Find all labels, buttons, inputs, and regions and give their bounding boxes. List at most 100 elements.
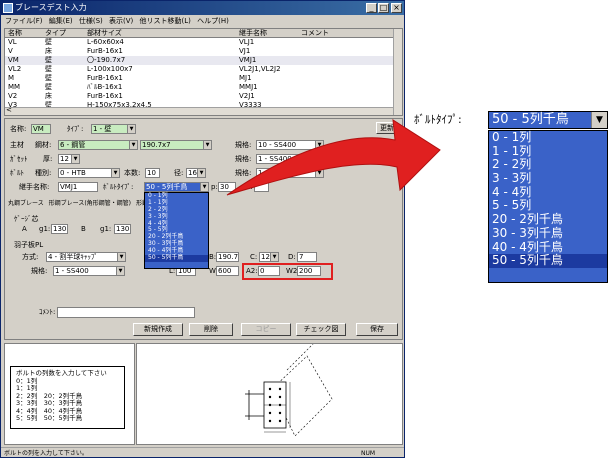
list-item[interactable]: VL2 壁 L-100x100x7 VL2J1,VL2J2	[5, 65, 393, 74]
chevron-down-icon[interactable]: ▼	[117, 253, 125, 261]
minimize-button[interactable]: _	[366, 3, 377, 13]
chevron-down-icon[interactable]: ▼	[200, 183, 208, 191]
maximize-button[interactable]: □	[378, 3, 389, 13]
chevron-down-icon[interactable]: ▼	[127, 125, 135, 133]
bolt-type-dropdown-list[interactable]: 0 - 1列 1 - 1列 2 - 2列 3 - 3列 4 - 4列 5 - 5…	[144, 192, 209, 269]
close-button[interactable]: ×	[391, 3, 402, 13]
gauge-label: ｹﾞｰｼﾞ芯	[14, 215, 39, 223]
header-comment[interactable]: コメント	[301, 29, 329, 38]
joint-drawing	[245, 339, 333, 437]
zoom-bolt-type-list[interactable]: 0 - 1列 1 - 1列 2 - 2列 3 - 3列 4 - 4列 5 - 5…	[488, 130, 608, 283]
zoom-option[interactable]: 2 - 2列	[489, 158, 607, 172]
menu-edit[interactable]: 編集(E)	[49, 17, 73, 25]
zoom-option-selected[interactable]: 50 - 5列千鳥	[489, 253, 607, 268]
plate-label: 羽子板PL	[14, 241, 44, 249]
header-joint[interactable]: 継手名称	[239, 29, 267, 38]
gusset-label: ｶﾞｾｯﾄ	[10, 155, 28, 163]
help-line: 5：5列 50：5列千鳥	[16, 414, 83, 422]
menu-list-move[interactable]: 他リスト移動(L)	[140, 17, 191, 25]
list-item[interactable]: VL 壁 L-60x60x4 VLJ1	[5, 38, 393, 47]
menu-file[interactable]: ファイル(F)	[5, 17, 43, 25]
header-type[interactable]: タイプ	[45, 29, 66, 38]
list-item[interactable]: M 壁 FurB-16x1 MJ1	[5, 74, 393, 83]
comment-input[interactable]	[57, 307, 195, 318]
thickness-select[interactable]: 12 ▼	[58, 154, 80, 164]
tab-round-brace[interactable]: 丸鋼ブレース	[8, 200, 44, 207]
app-icon	[3, 3, 13, 13]
gauge-a-g1-input[interactable]: 130	[51, 224, 68, 234]
main-member-label: 主材	[10, 141, 24, 149]
chevron-down-icon[interactable]: ▼	[116, 267, 124, 275]
bolt-help-box: ボルトの列数を入力して下さい 0：1列 1：1列 2：2列 20：2列千鳥 3：…	[10, 366, 125, 429]
chevron-down-icon[interactable]: ▼	[71, 155, 79, 163]
bolt-type-select[interactable]: 50 - 5列千鳥 ▼	[144, 182, 209, 192]
menu-help[interactable]: ヘルプ(H)	[197, 17, 229, 25]
zoom-option[interactable]: 0 - 1列	[489, 130, 607, 145]
kind-select[interactable]: 0 - HTB ▼	[58, 168, 120, 178]
gauge-a-g1-label: g1:	[39, 225, 51, 233]
header-size[interactable]: 部材サイズ	[87, 29, 122, 38]
chevron-down-icon[interactable]: ▼	[111, 169, 119, 177]
new-button[interactable]: 新規作成	[133, 323, 183, 336]
diameter-label: 径:	[174, 169, 184, 177]
header-name[interactable]: 名称	[8, 29, 22, 38]
diameter-select[interactable]: 16 ▼	[186, 168, 206, 178]
type-label: ﾀｲﾌﾟ:	[67, 125, 84, 133]
tab-strip: 丸鋼ブレース 形鋼ブレース(角形鋼管・鋼管) 形鋼ブ	[8, 199, 154, 208]
window-title: ブレースデスト入力	[15, 3, 87, 12]
save-button[interactable]: 保存	[356, 323, 398, 336]
highlight-box	[242, 263, 333, 280]
size-select[interactable]: 190.7x7 ▼	[140, 140, 212, 150]
zoom-option[interactable]: 20 - 2列千鳥	[489, 212, 607, 227]
check-drawing-button[interactable]: チェック図	[296, 323, 346, 336]
list-item[interactable]: MM 壁ﾊﾞﾙB-16x1 MMJ1	[5, 83, 393, 92]
gauge-b-g1-label: g1:	[100, 225, 112, 233]
gauge-a-label: A	[22, 225, 27, 233]
joint-name-label: 継手名称:	[19, 183, 50, 191]
chevron-down-icon[interactable]: ▼	[129, 141, 137, 149]
bolt-label: ﾎﾞﾙﾄ	[10, 169, 24, 177]
zoom-option[interactable]: 3 - 3列	[489, 171, 607, 186]
list-header: 名称 タイプ 部材サイズ 継手名称 コメント	[5, 29, 393, 38]
count-label: 本数:	[124, 169, 141, 177]
delete-button[interactable]: 削除	[189, 323, 233, 336]
name-label: 名称:	[10, 125, 27, 133]
plate-w-input[interactable]: 600	[216, 266, 239, 276]
zoom-option[interactable]: 1 - 1列	[489, 144, 607, 159]
steel-select[interactable]: 6 - 鋼管 ▼	[58, 140, 138, 150]
gauge-b-label: B	[81, 225, 86, 233]
count-input[interactable]: 10	[145, 168, 160, 178]
menu-view[interactable]: 表示(V)	[109, 17, 133, 25]
chevron-down-icon[interactable]: ▼	[203, 141, 211, 149]
chevron-down-icon[interactable]: ▼	[197, 169, 205, 177]
thickness-label: 厚:	[43, 155, 53, 163]
scroll-left-arrow-icon[interactable]: <	[6, 106, 12, 114]
dropdown-option-selected[interactable]: 50 - 5列千鳥	[145, 254, 208, 262]
spec-select-plate[interactable]: 1 - SS400 ▼	[53, 266, 125, 276]
copy-button[interactable]: コピー	[241, 323, 291, 336]
num-indicator: NUM	[361, 450, 376, 457]
tab-section-brace-tube[interactable]: 形鋼ブレース(角形鋼管・鋼管)	[49, 200, 131, 207]
status-text: ボルトの列を入力して下さい。	[4, 450, 88, 457]
list-item-selected[interactable]: VM 壁〇-190.7x7 VMJ1	[5, 56, 393, 65]
method-label: 方式:	[22, 253, 39, 261]
steel-label: 鋼材:	[35, 141, 52, 149]
list-item[interactable]: V 床 FurB-16x1 VJ1	[5, 47, 393, 56]
zoom-option[interactable]: 4 - 4列	[489, 185, 607, 200]
gauge-b-g1-input[interactable]: 130	[114, 224, 131, 234]
comment-label: ｺﾒﾝﾄ:	[39, 308, 56, 316]
kind-label: 種別:	[35, 169, 52, 177]
name-input[interactable]: VM	[31, 124, 51, 134]
status-bar: ボルトの列を入力して下さい。 NUM	[1, 447, 404, 458]
joint-name-input[interactable]: VMJ1	[58, 182, 98, 192]
callout-arrow	[226, 119, 441, 196]
spec-label-plate: 規格:	[31, 267, 48, 275]
menu-spec[interactable]: 仕様(S)	[79, 17, 103, 25]
type-select[interactable]: 1 - 壁 ▼	[91, 124, 136, 134]
title-bar: ブレースデスト入力 _ □ ×	[1, 1, 404, 15]
drawing-pane	[136, 339, 403, 445]
zoom-option[interactable]: 30 - 3列千鳥	[489, 226, 607, 241]
chevron-down-icon[interactable]: ▼	[591, 112, 607, 128]
zoom-bolt-type-select[interactable]: 50 - 5列千鳥 ▼	[488, 111, 608, 129]
method-select[interactable]: 4 - 割半球ｷｬｯﾌﾟ ▼	[46, 252, 126, 262]
